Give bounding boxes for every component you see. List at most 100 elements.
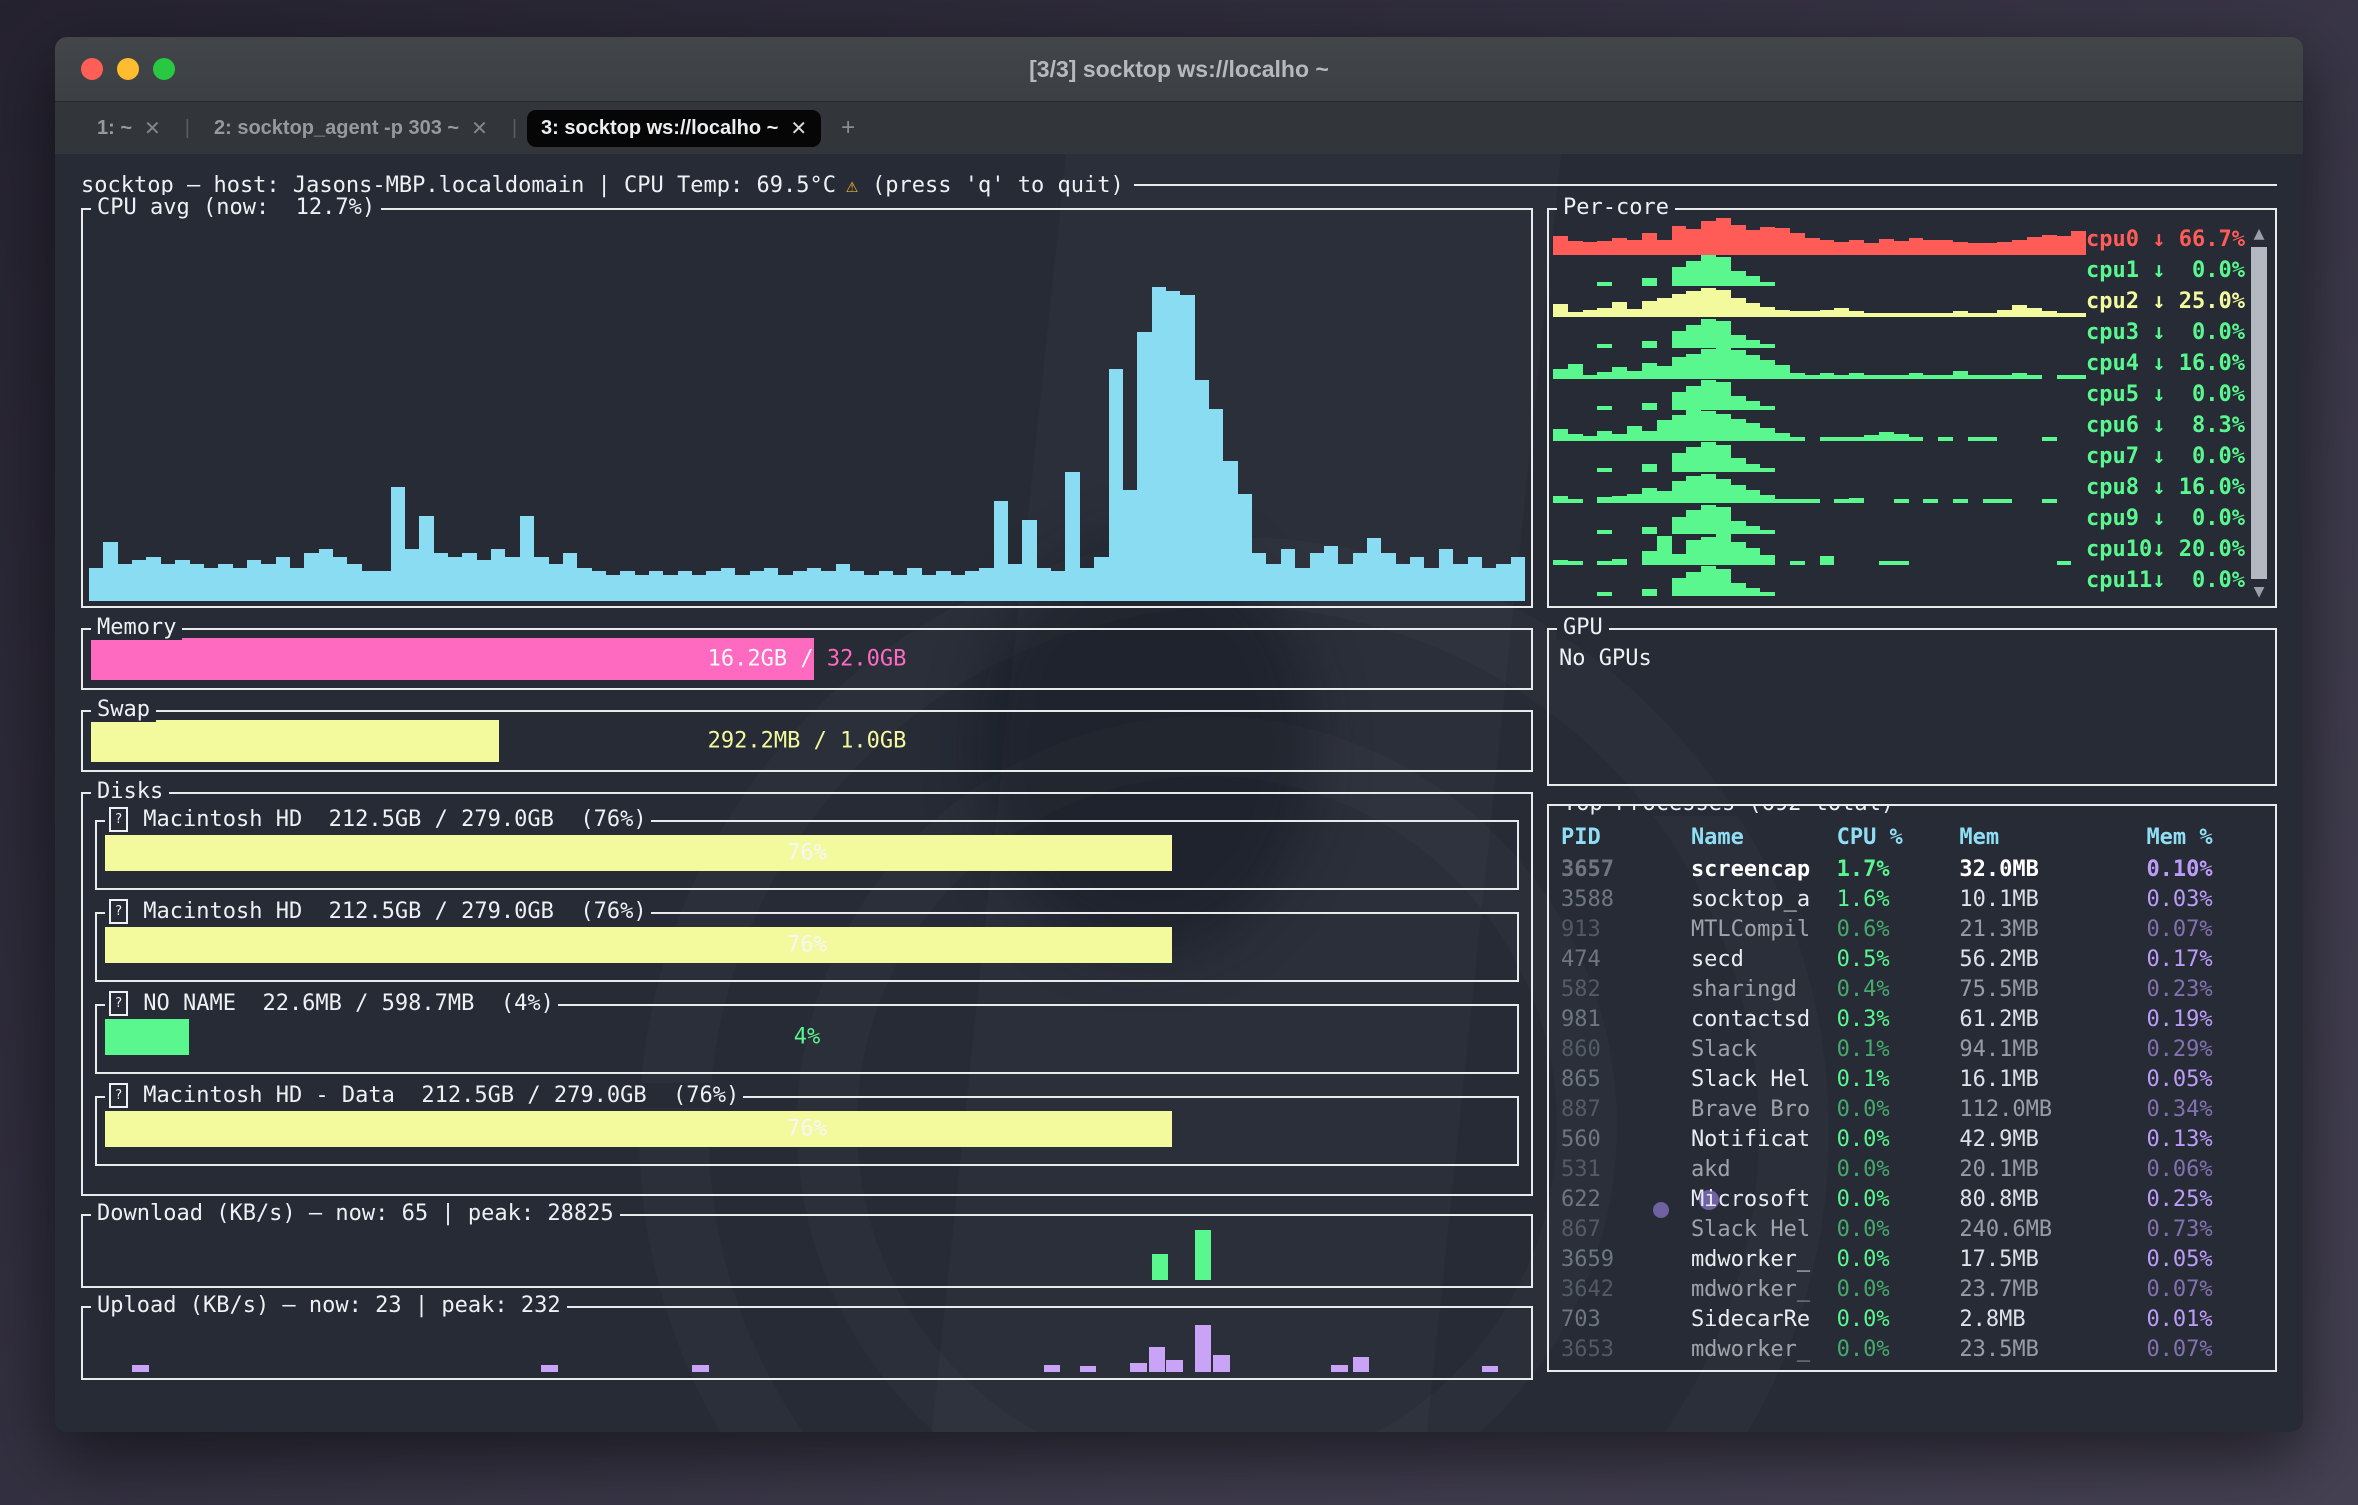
process-cell: 20.1MB xyxy=(1959,1157,2146,1182)
core-spark-bar xyxy=(1834,242,1849,255)
core-spark-bar xyxy=(1731,396,1746,410)
core-spark-bar xyxy=(1612,434,1627,441)
core-spark-bar xyxy=(1597,592,1612,596)
upload-bar xyxy=(1080,1366,1097,1372)
core-spark-bar xyxy=(1716,414,1731,441)
disk-bar-label: 76% xyxy=(105,841,1509,866)
tab-close-icon[interactable]: ✕ xyxy=(471,116,488,141)
core-spark-bar xyxy=(1553,236,1568,255)
core-spark-bar xyxy=(2057,236,2072,255)
core-label: cpu8 ↓ 16.0% xyxy=(2086,472,2245,503)
core-spark-bar xyxy=(1731,335,1746,348)
core-rows: cpu0 ↓ 66.7%cpu1 ↓ 0.0%cpu2 ↓ 25.0%cpu3 … xyxy=(1553,224,2245,602)
cpu-avg-bar xyxy=(563,553,577,601)
core-spark-bar xyxy=(1746,303,1761,317)
core-row-5: cpu5 ↓ 0.0% xyxy=(1553,379,2245,410)
core-spark-bar xyxy=(1612,367,1627,379)
status-line: socktop — host: Jasons-MBP.localdomain |… xyxy=(81,168,2277,202)
core-spark-bar xyxy=(1642,301,1657,317)
minimize-button[interactable] xyxy=(117,58,139,80)
cpu-avg-bar xyxy=(1166,291,1180,601)
core-spark-bar xyxy=(1746,355,1761,379)
cpu-avg-bar xyxy=(1123,490,1137,601)
cpu-avg-bar xyxy=(951,575,965,601)
cpu-avg-bar xyxy=(1295,568,1309,601)
cpu-avg-bar xyxy=(1511,557,1525,601)
cpu-avg-bar xyxy=(1439,549,1453,601)
core-spark-bar xyxy=(1627,426,1642,441)
process-row-4: 582sharingd0.4%75.5MB0.23% xyxy=(1561,974,2275,1004)
swap-bar: 292.2MB / 1.0GB xyxy=(91,720,1523,762)
core-spark-bar xyxy=(1746,276,1761,286)
core-sparkline xyxy=(1553,286,2086,317)
tab-3[interactable]: 3: socktop ws://localho ~ ✕ xyxy=(527,110,821,147)
core-spark-bar xyxy=(1568,364,1583,379)
cpu-avg-bar xyxy=(333,557,347,601)
disk-icon: ? xyxy=(109,1083,128,1108)
cpu-avg-bar xyxy=(577,568,591,601)
core-spark-bar xyxy=(1760,227,1775,255)
tab-label: 3: socktop ws://localho ~ xyxy=(541,117,778,140)
disk-bar-label: 76% xyxy=(105,933,1509,958)
core-spark-bar xyxy=(1642,551,1657,565)
core-spark-bar xyxy=(1627,309,1642,317)
tab-close-icon[interactable]: ✕ xyxy=(790,116,807,141)
fullscreen-button[interactable] xyxy=(153,58,175,80)
core-spark-bar xyxy=(1642,403,1657,410)
process-cell: Notificat xyxy=(1691,1127,1837,1152)
tab-1[interactable]: 1: ~✕ xyxy=(83,110,175,147)
core-spark-bar xyxy=(1938,240,1953,256)
new-tab-button[interactable]: + xyxy=(831,114,865,142)
core-spark-bar xyxy=(1657,298,1672,317)
process-cell: 240.6MB xyxy=(1959,1217,2146,1242)
process-row-6: 860Slack0.1%94.1MB0.29% xyxy=(1561,1034,2275,1064)
core-label: cpu2 ↓ 25.0% xyxy=(2086,286,2245,317)
panel-title: Per-core xyxy=(1557,195,1675,220)
process-cell: 0.13% xyxy=(2146,1127,2275,1152)
core-spark-bar xyxy=(1642,527,1657,534)
core-spark-bar xyxy=(1686,510,1701,534)
process-cell: 75.5MB xyxy=(1959,977,2146,1002)
cpu-avg-bar xyxy=(261,564,275,601)
cpu-avg-bar xyxy=(620,571,634,601)
disk-usage-bar: 76% xyxy=(105,927,1509,963)
core-spark-bar xyxy=(1657,491,1672,503)
core-spark-bar xyxy=(1686,476,1701,503)
core-spark-bar xyxy=(1672,517,1687,534)
per-core-scrollbar[interactable]: ▲ ▼ xyxy=(2247,224,2271,602)
process-cell: 0.4% xyxy=(1837,977,1960,1002)
core-spark-bar xyxy=(2042,235,2057,255)
scroll-down-icon[interactable]: ▼ xyxy=(2254,582,2265,602)
window-title: [3/3] socktop ws://localho ~ xyxy=(235,56,2123,83)
core-spark-bar xyxy=(1746,464,1761,472)
cpu-avg-bar xyxy=(304,553,318,601)
core-spark-bar xyxy=(1701,221,1716,255)
tab-2[interactable]: 2: socktop_agent -p 303 ~✕ xyxy=(200,110,502,147)
core-label: cpu1 ↓ 0.0% xyxy=(2086,255,2245,286)
upload-bar xyxy=(1130,1363,1147,1372)
core-sparkline xyxy=(1553,472,2086,503)
core-spark-bar xyxy=(1583,310,1598,317)
core-spark-bar xyxy=(1553,369,1568,379)
cpu-avg-bar xyxy=(735,575,749,601)
process-cell: 0.10% xyxy=(2146,857,2275,882)
core-spark-bar xyxy=(1716,479,1731,503)
core-spark-bar xyxy=(1879,432,1894,441)
cpu-avg-bar xyxy=(448,557,462,601)
core-spark-bar xyxy=(1731,485,1746,503)
panel-title: Top Processes (692 total) xyxy=(1557,804,1900,816)
core-spark-bar xyxy=(1716,347,1731,379)
cpu-avg-bar xyxy=(635,575,649,601)
close-button[interactable] xyxy=(81,58,103,80)
core-spark-bar xyxy=(1716,382,1731,410)
tab-close-icon[interactable]: ✕ xyxy=(144,116,161,141)
core-spark-bar xyxy=(2027,308,2042,317)
process-cell: mdworker_ xyxy=(1691,1337,1837,1362)
cpu-avg-bar xyxy=(549,564,563,601)
process-cell: 112.0MB xyxy=(1959,1097,2146,1122)
scroll-up-icon[interactable]: ▲ xyxy=(2254,224,2265,244)
core-spark-bar xyxy=(1627,371,1642,379)
core-label: cpu6 ↓ 8.3% xyxy=(2086,410,2245,441)
scrollbar-track[interactable] xyxy=(2251,247,2267,579)
core-spark-bar xyxy=(1672,415,1687,441)
